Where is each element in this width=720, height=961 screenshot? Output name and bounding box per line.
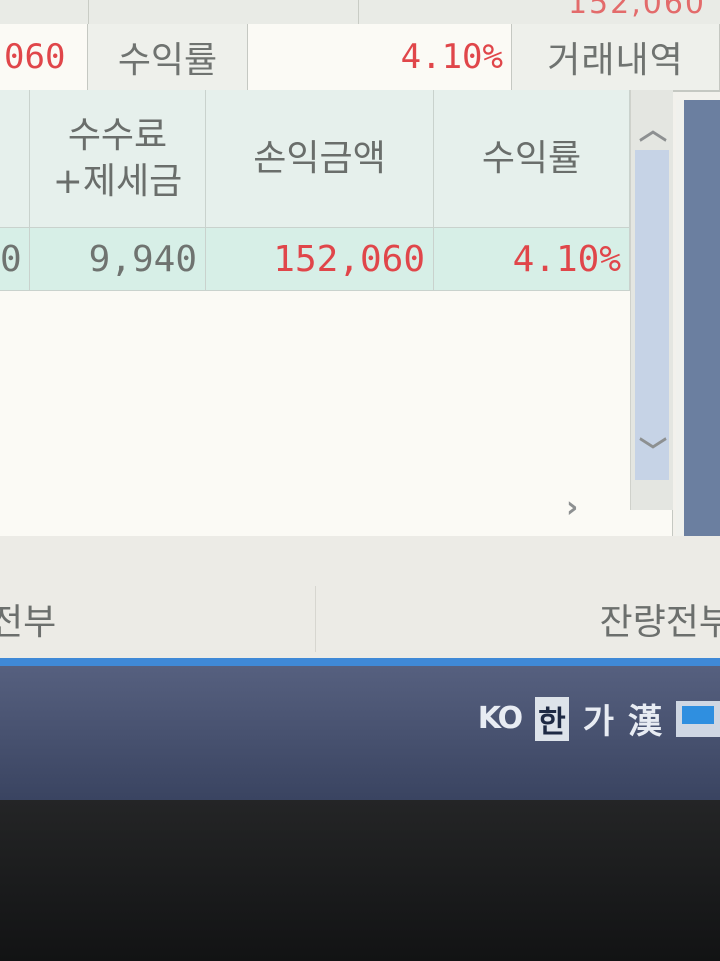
holdings-grid: 수수료 +제세금 손익금액 수익률 0 9,940 152,060 4.10% … — [0, 90, 673, 537]
summary-row: 060 수익률 4.10% 거래내역 — [0, 24, 720, 92]
remaining-all-button[interactable]: 잔량전부 — [316, 586, 720, 652]
fee-header-line1: 수수료 — [67, 114, 168, 156]
cell-profit-amount: 152,060 — [206, 228, 434, 290]
yield-label: 수익률 — [88, 24, 248, 90]
side-scroll-strip[interactable] — [684, 100, 720, 570]
fullwidth-mode-icon[interactable]: 가 — [583, 694, 614, 743]
chevron-right-icon[interactable]: › — [566, 490, 578, 525]
summary-top-strip: 152,060 — [0, 0, 720, 25]
cell-fee-tax: 9,940 — [30, 228, 206, 290]
hangul-mode-icon[interactable]: 한 — [535, 696, 569, 741]
profit-amount-tail: 060 — [0, 24, 88, 90]
grid-header-profit-amount[interactable]: 손익금액 — [206, 90, 434, 228]
table-row[interactable]: 0 9,940 152,060 4.10% — [0, 228, 630, 291]
trade-history-button[interactable]: 거래내역 — [512, 24, 720, 90]
grid-header-yield[interactable]: 수익률 — [434, 90, 630, 228]
cell-yield: 4.10% — [434, 228, 630, 290]
vertical-scrollbar[interactable]: ︿ ﹀ — [630, 90, 673, 510]
ime-pad-icon[interactable] — [676, 700, 720, 737]
fee-header-line2: +제세금 — [52, 160, 183, 202]
remaining-all-label: 잔량전부 — [599, 602, 720, 643]
taskbar: KO 한 가 漢 — [0, 666, 720, 800]
chevron-down-icon[interactable]: ﹀ — [639, 430, 667, 470]
trading-window: 152,060 060 수익률 4.10% 거래내역 수수료 +제세금 손익금액… — [0, 0, 720, 800]
language-indicator[interactable]: KO — [478, 701, 523, 736]
hanja-mode-icon[interactable]: 漢 — [628, 694, 662, 743]
chevron-up-icon[interactable]: ︿ — [639, 108, 667, 148]
total-profit-partial: 152,060 — [567, 0, 706, 21]
grid-header-fee-tax[interactable]: 수수료 +제세금 — [30, 90, 206, 228]
side-scroll-area — [676, 100, 720, 570]
ime-indicator[interactable]: KO 한 가 漢 — [478, 694, 720, 743]
window-border-line — [0, 658, 720, 666]
monitor-bezel — [0, 800, 720, 961]
yield-value: 4.10% — [248, 24, 512, 90]
grid-header-prev — [0, 90, 30, 228]
sell-all-label: 전부 — [0, 602, 57, 643]
cell-prev-tail: 0 — [0, 228, 30, 290]
sell-all-button[interactable]: 전부 — [0, 586, 316, 652]
order-buttons-panel: 전부 잔량전부 — [0, 536, 720, 660]
